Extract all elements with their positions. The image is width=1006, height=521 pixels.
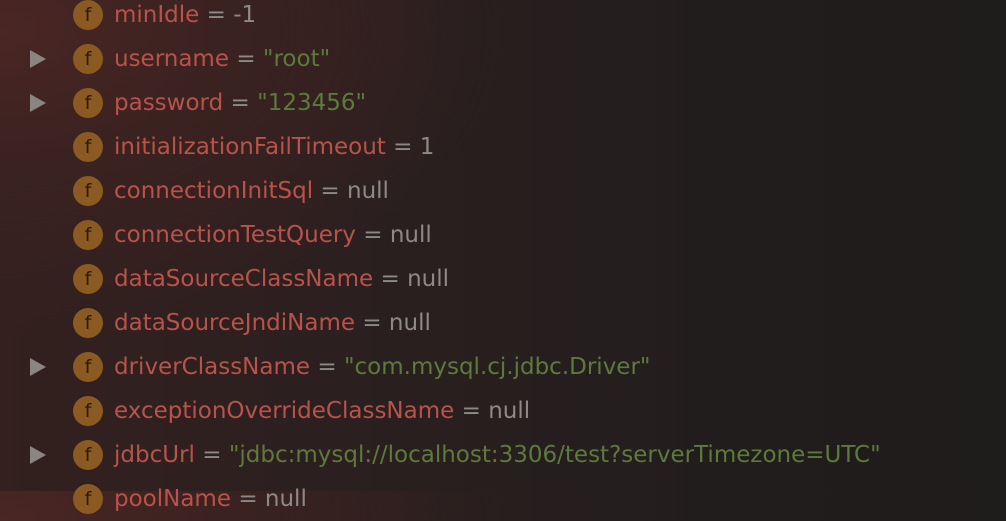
equals-sign: =	[206, 2, 226, 28]
variable-name: dataSourceJndiName	[114, 310, 356, 336]
variable-name: connectionInitSql	[114, 178, 314, 204]
variable-value: "com.mysql.cj.jdbc.Driver"	[343, 354, 651, 380]
variable-name: password	[114, 90, 224, 116]
variable-value: null	[488, 398, 531, 424]
variable-value: null	[388, 310, 431, 336]
variable-name: exceptionOverrideClassName	[114, 398, 455, 424]
equals-sign: =	[230, 90, 250, 116]
field-icon: f	[73, 0, 103, 30]
equals-sign: =	[362, 310, 382, 336]
expand-arrow-icon[interactable]	[30, 446, 46, 464]
field-icon: f	[73, 484, 103, 514]
variable-row[interactable]: f initializationFailTimeout = 1	[0, 125, 1006, 169]
variable-value: "jdbc:mysql://localhost:3306/test?server…	[228, 442, 881, 468]
field-icon: f	[73, 352, 103, 382]
variable-value: "root"	[262, 46, 331, 72]
variable-name: jdbcUrl	[114, 442, 195, 468]
variable-row[interactable]: f username = "root"	[0, 37, 1006, 81]
variable-value: null	[347, 178, 389, 204]
equals-sign: =	[320, 178, 340, 204]
variable-name: connectionTestQuery	[114, 222, 356, 248]
field-icon: f	[73, 176, 103, 206]
variable-row[interactable]: f dataSourceJndiName = null	[0, 301, 1006, 345]
equals-sign: =	[393, 134, 413, 160]
variable-value: null	[264, 486, 307, 512]
equals-sign: =	[238, 486, 258, 512]
variable-name: poolName	[114, 486, 231, 512]
expand-arrow-icon[interactable]	[30, 50, 46, 68]
variable-value: 1	[419, 134, 435, 160]
field-icon: f	[73, 132, 103, 162]
variable-value: "123456"	[257, 90, 367, 116]
variable-row[interactable]: f exceptionOverrideClassName = null	[0, 389, 1006, 433]
field-icon: f	[73, 44, 103, 74]
expand-arrow-icon[interactable]	[30, 358, 46, 376]
field-icon: f	[73, 220, 103, 250]
variable-row[interactable]: f dataSourceClassName = null	[0, 257, 1006, 301]
variable-name: initializationFailTimeout	[114, 134, 386, 160]
field-icon: f	[73, 308, 103, 338]
variable-value: -1	[233, 2, 257, 28]
variable-row[interactable]: f driverClassName = "com.mysql.cj.jdbc.Dr…	[0, 345, 1006, 389]
variable-row[interactable]: f minIdle = -1	[0, 0, 1006, 37]
field-icon: f	[73, 440, 103, 470]
expand-arrow-icon[interactable]	[30, 94, 46, 112]
equals-sign: =	[461, 398, 481, 424]
field-icon: f	[73, 88, 103, 118]
variable-row[interactable]: f jdbcUrl = "jdbc:mysql://localhost:3306/…	[0, 433, 1006, 477]
variable-name: dataSourceClassName	[114, 266, 374, 292]
variable-row[interactable]: f poolName = null	[0, 477, 1006, 521]
variable-value: null	[407, 266, 450, 292]
equals-sign: =	[317, 354, 337, 380]
field-icon: f	[73, 264, 103, 294]
variable-value: null	[389, 222, 432, 248]
field-icon: f	[73, 396, 103, 426]
equals-sign: =	[236, 46, 256, 72]
variable-name: username	[114, 46, 229, 72]
variable-name: driverClassName	[114, 354, 311, 380]
variable-row[interactable]: f connectionTestQuery = null	[0, 213, 1006, 257]
variable-row[interactable]: f connectionInitSql = null	[0, 169, 1006, 213]
equals-sign: =	[202, 442, 222, 468]
equals-sign: =	[380, 266, 400, 292]
variable-row[interactable]: f password = "123456"	[0, 81, 1006, 125]
equals-sign: =	[363, 222, 383, 248]
variable-name: minIdle	[114, 2, 200, 28]
